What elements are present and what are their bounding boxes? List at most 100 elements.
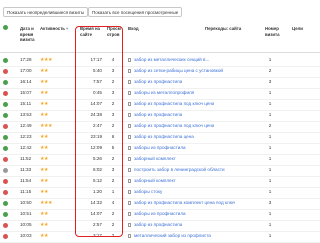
views-count: 4 (111, 200, 115, 205)
page-icon (128, 91, 131, 95)
views-count: 1 (111, 189, 115, 194)
entry-url-link[interactable]: забор из профнастила цена (134, 134, 194, 140)
entry-url-link[interactable]: забор из сетки-рабицы цена с установкой (134, 68, 223, 74)
views-count: 6 (111, 134, 115, 139)
header-goals[interactable]: Цели (292, 26, 303, 32)
filter-bar: Показать неопределившиеся визиты Показат… (0, 0, 320, 22)
show-undetermined-visits-button[interactable]: Показать неопределившиеся визиты (3, 7, 89, 17)
activity-stars: ★★★ (40, 200, 52, 206)
visit-number: 3 (268, 79, 272, 84)
entry-url-link[interactable]: построить забор в ленинградской области (134, 167, 225, 173)
activity-stars: ★★ (40, 90, 48, 96)
header-entry[interactable]: Вход (128, 26, 139, 32)
visit-time: 16:14 (20, 79, 32, 84)
visit-number: 1 (268, 101, 272, 106)
activity-stars: ★★ (40, 222, 48, 228)
visit-status-icon (3, 124, 8, 129)
entry-url-link[interactable]: заборный комплект (134, 156, 176, 162)
time-on-site: 5:40 (93, 68, 102, 73)
views-count: 3 (111, 90, 115, 95)
time-on-site: 2:47 (93, 123, 102, 128)
page-icon (128, 179, 131, 183)
visit-number: 1 (268, 211, 272, 216)
header-visit-number[interactable]: Номер визита (265, 26, 281, 37)
entry-url-link[interactable]: забор из профнастила под ключ цена (134, 101, 214, 107)
entry-url-link[interactable]: заборы из профнастила (134, 145, 186, 151)
activity-stars: ★★ (40, 112, 48, 118)
views-count: 2 (111, 123, 115, 128)
visit-number: 2 (268, 68, 272, 73)
time-on-site: 5:26 (93, 156, 102, 161)
entry-url-link[interactable]: забор из профнастила (134, 222, 182, 228)
visit-status-icon (3, 212, 8, 217)
entry-url-link[interactable]: заборы из металлопрофиля (134, 90, 194, 96)
visit-time: 17:00 (20, 68, 32, 73)
visit-status-icon (3, 179, 8, 184)
entry-url-link[interactable]: забор из профнастила (134, 79, 182, 85)
page-icon (128, 113, 131, 117)
visit-time: 11:52 (20, 156, 32, 161)
visit-time: 10:05 (20, 222, 32, 227)
sort-icon: ▾ (65, 26, 69, 31)
time-on-site: 14:07 (90, 211, 103, 216)
entry-url-link[interactable]: забор из металлических секций в... (134, 57, 209, 63)
visit-number: 1 (268, 233, 272, 238)
show-all-visits-button[interactable]: Показать все посещения просмотренные (88, 7, 183, 17)
visit-number: 1 (268, 145, 272, 150)
page-icon (128, 135, 131, 139)
table-row[interactable]: 10:03 ★★ 3:17 2 металлический забор из п… (0, 230, 320, 243)
time-on-site: 2:57 (93, 222, 102, 227)
header-time-on-site[interactable]: Время на сайте (80, 26, 102, 37)
entry-url-link[interactable]: заборы из профнастила (134, 211, 186, 217)
visit-time: 12:23 (20, 134, 32, 139)
header-views[interactable]: Просм отров (107, 26, 121, 37)
time-on-site: 6:02 (93, 167, 102, 172)
header-transitions[interactable]: Переходы: сайта (205, 26, 241, 32)
page-icon (128, 80, 131, 84)
visit-time: 13:53 (20, 112, 32, 117)
visit-number: 1 (268, 112, 272, 117)
time-on-site: 7:57 (93, 79, 102, 84)
visit-time: 17:28 (20, 57, 32, 62)
visit-time: 10:50 (20, 200, 32, 205)
activity-stars: ★★ (40, 189, 48, 195)
visit-status-icon (3, 113, 8, 118)
time-on-site: 23:19 (90, 134, 103, 139)
visit-time: 11:33 (20, 167, 32, 172)
entry-url-link[interactable]: забор из профнастила под ключ цена (134, 123, 214, 129)
header-activity[interactable]: Активность▾ (40, 26, 68, 32)
activity-stars: ★★ (40, 178, 48, 184)
entry-url-link[interactable]: забор из профнастила комплект цена под к… (134, 200, 235, 206)
views-count: 2 (111, 233, 115, 238)
time-on-site: 0:45 (93, 90, 102, 95)
header-date[interactable]: Дата и время визита (20, 26, 38, 43)
entry-url-link[interactable]: забор из профнастила (134, 112, 182, 118)
time-on-site: 5:12 (93, 178, 102, 183)
visit-time: 12:42 (20, 145, 32, 150)
visit-status-icon (3, 80, 8, 85)
entry-url-link[interactable]: заборный комплект (134, 178, 176, 184)
activity-stars: ★★ (40, 68, 48, 74)
views-count: 3 (111, 112, 115, 117)
views-count: 2 (111, 211, 115, 216)
page-icon (128, 234, 131, 238)
visit-number: 1 (268, 156, 272, 161)
activity-stars: ★★ (40, 134, 48, 140)
time-on-site: 14:32 (90, 200, 103, 205)
page-icon (128, 201, 131, 205)
page-icon (128, 223, 131, 227)
page-icon (128, 190, 131, 194)
visit-number: 1 (268, 57, 272, 62)
activity-stars: ★★ (40, 233, 48, 239)
visit-number: 1 (268, 167, 272, 172)
visit-number: 1 (268, 178, 272, 183)
visit-time: 11:54 (20, 178, 32, 183)
views-count: 5 (111, 145, 115, 150)
visit-status-icon (3, 223, 8, 228)
page-icon (128, 168, 131, 172)
time-on-site: 24:38 (90, 112, 103, 117)
entry-url-link[interactable]: заборы стоку (134, 189, 162, 195)
views-count: 4 (111, 57, 115, 62)
entry-url-link[interactable]: металлический забор из профлиста (134, 233, 211, 239)
visit-number: 1 (268, 189, 272, 194)
